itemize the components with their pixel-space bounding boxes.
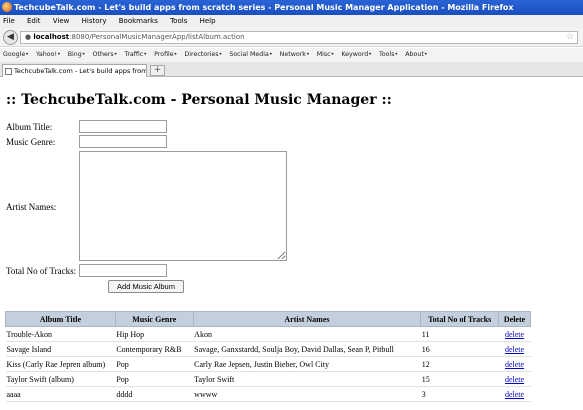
- bookmark-yahoo[interactable]: Yahoo!•: [36, 51, 61, 58]
- tab-bar: TechcubeTalk.com - Let's build apps from…: [0, 62, 583, 77]
- column-header-total-tracks: Total No of Tracks: [420, 311, 500, 327]
- table-header-row: Album Title Music Genre Artist Names Tot…: [5, 311, 531, 327]
- cell-album-title: Savage Island: [5, 341, 116, 357]
- bookmark-misc[interactable]: Misc•: [317, 51, 335, 58]
- delete-link[interactable]: delete: [505, 390, 524, 399]
- cell-music-genre: Contemporary R&B: [115, 341, 194, 357]
- bookmarks-toolbar: Google• Yahoo!• Bing• Others• Traffic• P…: [0, 48, 583, 62]
- total-tracks-input[interactable]: [79, 264, 167, 277]
- cell-album-title: Taylor Swift (album): [5, 371, 116, 387]
- column-header-music-genre: Music Genre: [114, 311, 194, 327]
- cell-music-genre: Pop: [115, 356, 194, 372]
- albums-table: Album Title Music Genre Artist Names Tot…: [5, 311, 531, 402]
- bookmark-network[interactable]: Network•: [280, 51, 310, 58]
- cell-delete: delete: [498, 371, 531, 387]
- bookmark-google[interactable]: Google•: [3, 51, 29, 58]
- delete-link[interactable]: delete: [505, 375, 524, 384]
- cell-delete: delete: [498, 386, 531, 402]
- cell-artist-names: Savage, Ganxstardd, Soulja Boy, David Da…: [193, 341, 421, 357]
- cell-total-tracks: 12: [420, 356, 499, 372]
- cell-artist-names: Akon: [193, 326, 421, 342]
- menu-history[interactable]: History: [82, 17, 107, 25]
- menu-edit[interactable]: Edit: [27, 17, 41, 25]
- page-title: :: TechcubeTalk.com - Personal Music Man…: [6, 92, 392, 108]
- cell-album-title: Kiss (Carly Rae Jepren album): [5, 356, 116, 372]
- tab-active[interactable]: TechcubeTalk.com - Let's build apps from…: [2, 64, 147, 77]
- column-header-album-title: Album Title: [5, 311, 116, 327]
- menu-bar: File Edit View History Bookmarks Tools H…: [0, 15, 583, 28]
- music-genre-label: Music Genre:: [6, 137, 56, 147]
- bookmark-keyword[interactable]: Keyword•: [341, 51, 372, 58]
- artist-names-label: Artist Names:: [6, 202, 57, 212]
- cell-album-title: aaaa: [5, 386, 116, 402]
- delete-link[interactable]: delete: [505, 345, 524, 354]
- navigation-bar: ◀ ● localhost:8080/PersonalMusicManagerA…: [0, 28, 583, 47]
- bookmark-tools[interactable]: Tools•: [379, 51, 398, 58]
- cell-artist-names: Taylor Swift: [193, 371, 421, 387]
- bookmark-about[interactable]: About•: [405, 51, 427, 58]
- cell-album-title: Trouble-Akon: [5, 326, 116, 342]
- column-header-artist-names: Artist Names: [192, 311, 422, 327]
- arrow-left-icon: ◀: [7, 32, 14, 42]
- column-header-delete: Delete: [498, 311, 531, 327]
- bookmark-bing[interactable]: Bing•: [68, 51, 86, 58]
- cell-delete: delete: [498, 356, 531, 372]
- delete-link[interactable]: delete: [505, 330, 524, 339]
- tab-label: TechcubeTalk.com - Let's build apps from…: [14, 67, 147, 75]
- artist-names-textarea[interactable]: [79, 151, 287, 261]
- globe-icon: ●: [25, 33, 32, 41]
- table-row: Kiss (Carly Rae Jepren album) Pop Carly …: [5, 356, 531, 372]
- table-row: Trouble-Akon Hip Hop Akon 11 delete: [5, 326, 531, 342]
- table-row: aaaa dddd wwww 3 delete: [5, 386, 531, 402]
- menu-file[interactable]: File: [3, 17, 15, 25]
- cell-total-tracks: 11: [420, 326, 499, 342]
- bookmark-social-media[interactable]: Social Media•: [229, 51, 272, 58]
- url-host: localhost: [33, 33, 70, 41]
- menu-view[interactable]: View: [53, 17, 70, 25]
- menu-help[interactable]: Help: [200, 17, 216, 25]
- album-title-label: Album Title:: [6, 122, 53, 132]
- bookmark-directories[interactable]: Directories•: [184, 51, 222, 58]
- window-title: TechcubeTalk.com - Let's build apps from…: [14, 3, 514, 12]
- cell-music-genre: Hip Hop: [115, 326, 194, 342]
- back-button[interactable]: ◀: [3, 30, 18, 45]
- new-tab-button[interactable]: +: [150, 65, 165, 76]
- cell-delete: delete: [498, 341, 531, 357]
- star-icon[interactable]: ☆: [566, 32, 574, 43]
- bookmark-traffic[interactable]: Traffic•: [124, 51, 147, 58]
- cell-total-tracks: 16: [420, 341, 499, 357]
- music-genre-input[interactable]: [79, 135, 167, 148]
- window-title-bar: TechcubeTalk.com - Let's build apps from…: [0, 0, 583, 15]
- cell-delete: delete: [498, 326, 531, 342]
- add-music-album-button[interactable]: Add Music Album: [108, 280, 184, 293]
- cell-artist-names: Carly Rae Jepsen, Justin Bieber, Owl Cit…: [193, 356, 421, 372]
- cell-total-tracks: 3: [420, 386, 499, 402]
- cell-total-tracks: 15: [420, 371, 499, 387]
- menu-bookmarks[interactable]: Bookmarks: [119, 17, 158, 25]
- bookmark-others[interactable]: Others•: [93, 51, 118, 58]
- bookmark-profile[interactable]: Profile•: [154, 51, 177, 58]
- url-path: :8080/PersonalMusicManagerApp/listAlbum.…: [69, 33, 245, 41]
- cell-music-genre: Pop: [115, 371, 194, 387]
- delete-link[interactable]: delete: [505, 360, 524, 369]
- url-bar[interactable]: ● localhost:8080/PersonalMusicManagerApp…: [20, 31, 578, 44]
- page-icon: [5, 68, 12, 75]
- menu-tools[interactable]: Tools: [170, 17, 187, 25]
- total-tracks-label: Total No of Tracks:: [6, 266, 77, 276]
- album-title-input[interactable]: [79, 120, 167, 133]
- cell-music-genre: dddd: [115, 386, 194, 402]
- table-row: Savage Island Contemporary R&B Savage, G…: [5, 341, 531, 357]
- cell-artist-names: wwww: [193, 386, 421, 402]
- table-row: Taylor Swift (album) Pop Taylor Swift 15…: [5, 371, 531, 387]
- firefox-icon: [2, 2, 12, 12]
